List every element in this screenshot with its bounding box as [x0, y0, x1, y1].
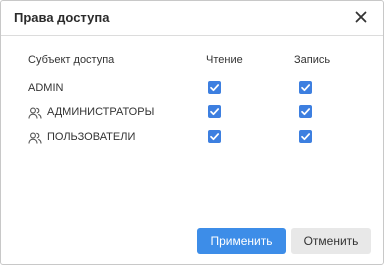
read-checkbox[interactable] — [208, 105, 221, 118]
table-row: ПОЛЬЗОВАТЕЛИ — [1, 127, 383, 149]
dialog-title: Права доступа — [14, 10, 110, 25]
column-header-read: Чтение — [206, 54, 243, 66]
write-checkbox[interactable] — [299, 81, 312, 94]
users-icon — [28, 131, 42, 145]
subject-label: ADMIN — [28, 82, 64, 94]
apply-button[interactable]: Применить — [197, 228, 286, 254]
table-row: АДМИНИСТРАТОРЫ — [1, 102, 383, 124]
users-icon — [28, 106, 42, 120]
subject-label: ПОЛЬЗОВАТЕЛИ — [47, 131, 136, 143]
column-header-subject: Субъект доступа — [28, 54, 115, 66]
write-checkbox[interactable] — [299, 130, 312, 143]
column-header-write: Запись — [294, 54, 331, 66]
table-row: ADMIN — [1, 78, 383, 100]
cancel-button[interactable]: Отменить — [291, 228, 371, 254]
dialog-header: Права доступа — [1, 1, 383, 36]
read-checkbox[interactable] — [208, 130, 221, 143]
subject-label: АДМИНИСТРАТОРЫ — [47, 106, 155, 118]
access-rights-dialog: Права доступа Субъект доступа Чтение Зап… — [0, 0, 384, 265]
read-checkbox[interactable] — [208, 81, 221, 94]
close-icon[interactable] — [353, 9, 369, 25]
write-checkbox[interactable] — [299, 105, 312, 118]
